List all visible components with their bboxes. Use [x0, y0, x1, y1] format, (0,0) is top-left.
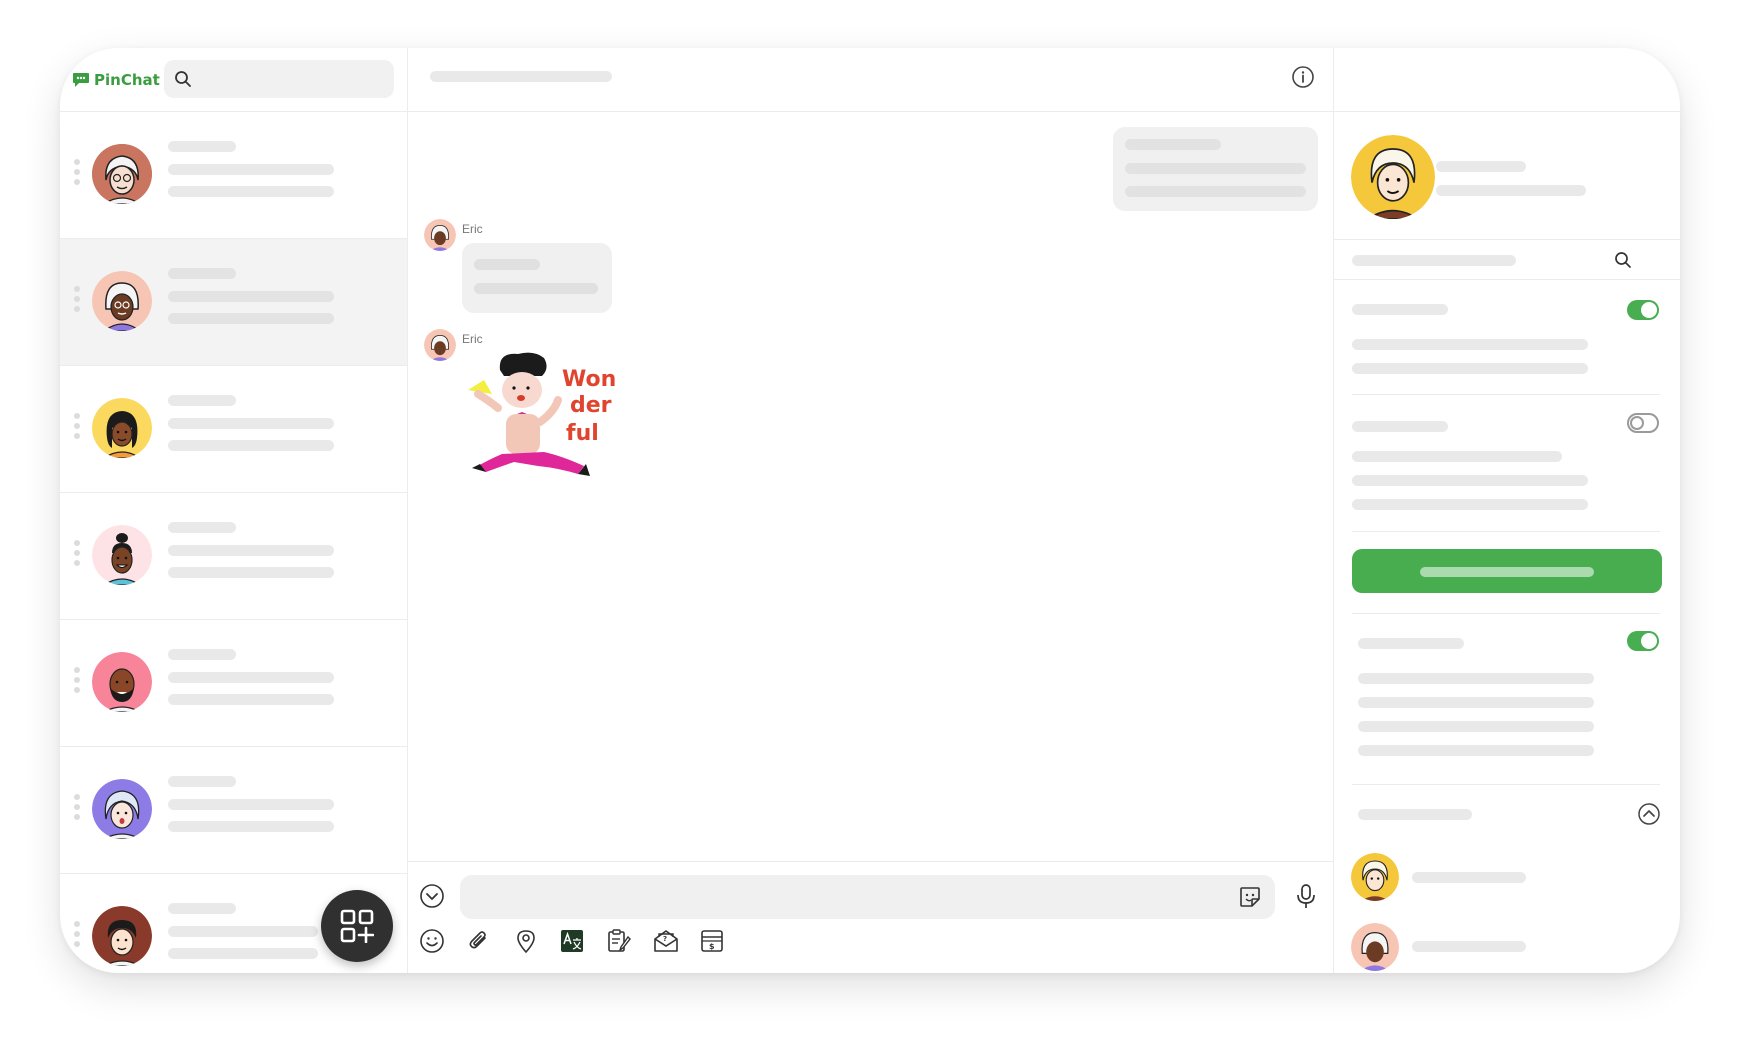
setting-toggle-2[interactable] — [1627, 413, 1659, 433]
avatar — [92, 271, 152, 331]
emoji-icon — [420, 929, 444, 953]
sticker-icon[interactable] — [1238, 885, 1262, 909]
profile-panel — [1334, 48, 1680, 973]
incoming-message[interactable] — [462, 243, 612, 313]
sidebar-header: PinChat — [60, 48, 407, 112]
app-logo[interactable]: PinChat — [72, 71, 160, 89]
profile-header — [1334, 48, 1680, 112]
notes-icon — [608, 929, 631, 952]
collapse-toolbar-button[interactable] — [418, 882, 446, 910]
message-composer: ? $ — [408, 861, 1333, 973]
list-item[interactable] — [60, 493, 407, 620]
setting-toggle-3[interactable] — [1627, 631, 1659, 651]
drag-handle-icon[interactable] — [74, 540, 80, 570]
notes-button[interactable] — [605, 927, 633, 955]
message-input[interactable] — [460, 875, 1275, 919]
info-icon[interactable] — [1291, 65, 1315, 89]
chat-bubble-icon — [73, 73, 89, 87]
list-item[interactable] — [60, 366, 407, 493]
grid-plus-icon — [340, 909, 374, 943]
outgoing-message[interactable] — [1113, 127, 1318, 211]
sticker-text-der: der — [570, 393, 612, 418]
conversation-panel: Eric Eric Won der ful ? $ — [408, 48, 1334, 973]
avatar — [424, 329, 456, 361]
list-item[interactable] — [60, 747, 407, 874]
chevron-down-circle-icon — [420, 884, 444, 908]
microphone-icon — [1297, 884, 1315, 908]
avatar — [92, 525, 152, 585]
search-input[interactable] — [164, 60, 394, 98]
member-avatar[interactable] — [1351, 853, 1399, 901]
avatar — [424, 219, 456, 251]
location-button[interactable] — [512, 927, 540, 955]
chat-list-panel: PinChat — [60, 48, 408, 973]
mail-button[interactable]: ? — [652, 927, 680, 955]
sender-name: Eric — [462, 222, 483, 236]
emoji-button[interactable] — [418, 927, 446, 955]
app-window: PinChat Eric Eric Won der ful ? $ — [60, 48, 1680, 973]
drag-handle-icon[interactable] — [74, 413, 80, 443]
profile-avatar[interactable] — [1351, 135, 1435, 219]
sticker-message[interactable]: Won der ful — [458, 350, 658, 490]
payment-button[interactable]: $ — [698, 927, 726, 955]
conversation-header — [408, 48, 1333, 112]
location-icon — [517, 930, 535, 954]
avatar — [92, 652, 152, 712]
avatar — [92, 144, 152, 204]
drag-handle-icon[interactable] — [74, 921, 80, 951]
svg-text:$: $ — [709, 942, 715, 951]
sticker-text-won: Won — [562, 367, 616, 392]
drag-handle-icon[interactable] — [74, 667, 80, 697]
list-item[interactable] — [60, 239, 407, 366]
new-chat-button[interactable] — [321, 890, 393, 962]
translate-button[interactable] — [558, 927, 586, 955]
search-icon — [175, 71, 191, 87]
drag-handle-icon[interactable] — [74, 794, 80, 824]
app-name: PinChat — [94, 71, 160, 89]
avatar — [92, 779, 152, 839]
primary-action-button[interactable] — [1352, 549, 1662, 593]
sticker-text-ful: ful — [566, 421, 599, 446]
drag-handle-icon[interactable] — [74, 159, 80, 189]
list-item[interactable] — [60, 112, 407, 239]
setting-toggle-1[interactable] — [1627, 300, 1659, 320]
drag-handle-icon[interactable] — [74, 286, 80, 316]
attach-button[interactable] — [465, 927, 493, 955]
list-item[interactable] — [60, 620, 407, 747]
translate-icon — [561, 930, 583, 952]
attach-icon — [469, 931, 486, 949]
search-icon[interactable] — [1614, 251, 1632, 269]
wonderful-sticker: Won der ful — [468, 352, 616, 476]
chevron-up-icon[interactable] — [1637, 802, 1661, 826]
sender-name: Eric — [462, 332, 483, 346]
voice-record-button[interactable] — [1292, 882, 1320, 910]
svg-text:?: ? — [663, 935, 667, 943]
avatar — [92, 906, 152, 966]
mail-icon: ? — [654, 930, 678, 952]
avatar — [92, 398, 152, 458]
payment-icon: $ — [701, 930, 723, 952]
member-avatar[interactable] — [1351, 923, 1399, 971]
